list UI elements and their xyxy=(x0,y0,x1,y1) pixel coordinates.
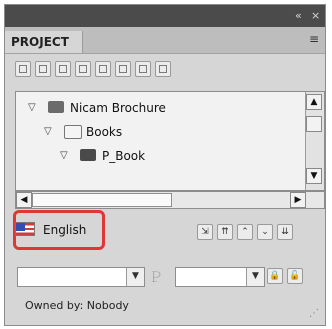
tab-project[interactable]: PROJECT xyxy=(5,31,83,53)
move-top-icon[interactable]: ⇈ xyxy=(217,224,233,240)
move-bottom-icon[interactable]: ⇊ xyxy=(277,224,293,240)
layout-dropdown[interactable]: ▼ xyxy=(175,267,265,287)
lock-icon[interactable]: 🔒 xyxy=(267,268,283,284)
resize-grip-icon[interactable]: ⋰ xyxy=(309,308,319,319)
project-panel: « × PROJECT ≡ ▽ Nicam Brochure ▽ Books ▽… xyxy=(4,4,326,326)
duplicate-icon[interactable] xyxy=(95,61,111,77)
chevron-down-icon[interactable]: ▽ xyxy=(28,102,36,113)
package-icon[interactable] xyxy=(55,61,71,77)
refresh-icon[interactable] xyxy=(155,61,171,77)
move-down-icon[interactable]: ⌄ xyxy=(257,224,273,240)
chevron-down-icon[interactable]: ▽ xyxy=(44,126,52,137)
chevron-down-icon[interactable]: ▼ xyxy=(246,268,264,286)
scroll-up-button[interactable]: ▲ xyxy=(306,94,322,110)
folder-icon xyxy=(64,125,82,139)
properties-icon[interactable] xyxy=(135,61,151,77)
chevron-down-icon[interactable]: ▽ xyxy=(60,150,68,161)
collapse-icon[interactable]: « xyxy=(295,9,302,23)
tree-horizontal-scrollbar[interactable]: ◀ ▶ xyxy=(15,191,325,209)
panel-titlebar: « × xyxy=(5,5,325,27)
book-icon xyxy=(80,149,96,161)
scroll-left-button[interactable]: ◀ xyxy=(16,192,32,208)
delete-icon[interactable] xyxy=(115,61,131,77)
language-label: English xyxy=(43,223,87,237)
toolbar xyxy=(5,55,325,85)
panel-menu-icon[interactable]: ≡ xyxy=(309,32,319,46)
owner-text: Owned by: Nobody xyxy=(25,299,129,312)
scroll-down-button[interactable]: ▼ xyxy=(306,168,322,184)
unlock-icon[interactable]: 🔓 xyxy=(287,268,303,284)
project-tree[interactable]: ▽ Nicam Brochure ▽ Books ▽ P_Book ▲ ▼ xyxy=(15,91,325,191)
tree-item-books[interactable]: ▽ Books xyxy=(16,120,324,144)
tree-item-nicam-brochure[interactable]: ▽ Nicam Brochure xyxy=(16,96,324,120)
project-folder-icon xyxy=(48,101,64,113)
tab-row: PROJECT ≡ xyxy=(5,27,325,54)
move-up-icon[interactable]: ⌃ xyxy=(237,224,253,240)
tree-vertical-scrollbar[interactable]: ▲ ▼ xyxy=(305,92,324,190)
tree-item-p-book[interactable]: ▽ P_Book xyxy=(16,144,324,168)
publication-dropdown[interactable]: ▼ xyxy=(17,267,145,287)
horizontal-scroll-thumb[interactable] xyxy=(32,193,172,207)
chevron-down-icon[interactable]: ▼ xyxy=(126,268,144,286)
add-icon[interactable] xyxy=(75,61,91,77)
close-icon[interactable]: × xyxy=(311,9,320,23)
p-icon[interactable]: 𝙿 xyxy=(151,267,162,287)
scroll-right-button[interactable]: ▶ xyxy=(290,192,306,208)
us-flag-icon xyxy=(15,222,35,236)
new-doc-icon[interactable] xyxy=(15,61,31,77)
scroll-thumb[interactable] xyxy=(306,116,322,132)
save-icon[interactable] xyxy=(35,61,51,77)
expand-all-icon[interactable]: ⇲ xyxy=(197,224,213,240)
